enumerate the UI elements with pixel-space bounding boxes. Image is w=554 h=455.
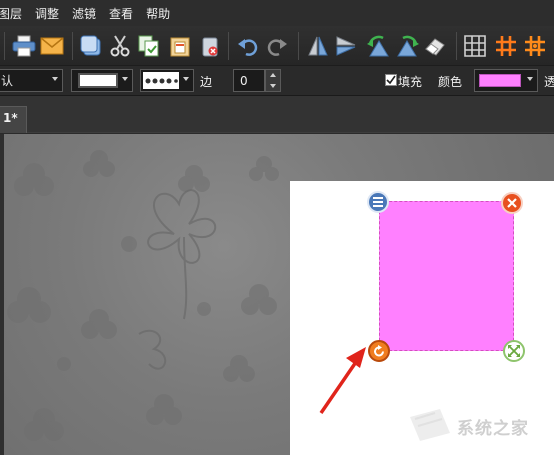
rotate-left-button[interactable]: [366, 33, 392, 59]
selected-rectangle-shape[interactable]: [379, 201, 514, 351]
menu-filter[interactable]: 滤镜: [72, 5, 96, 22]
rotate-right-button[interactable]: [394, 33, 420, 59]
edge-label: 边: [200, 75, 213, 89]
flip-horizontal-icon: [336, 36, 356, 56]
redo-icon: [267, 39, 287, 56]
toolbar-separator: [228, 32, 229, 60]
grid-orange-icon: [496, 36, 516, 56]
rotate-handle-icon: [373, 344, 384, 356]
fill-color-select[interactable]: [474, 69, 538, 92]
toolbar-separator: [456, 32, 457, 60]
fill-color-swatch: [479, 74, 521, 87]
chevron-down-icon: [122, 77, 128, 81]
resize-handle[interactable]: [503, 340, 525, 362]
border-style-select[interactable]: [71, 69, 133, 92]
cut-icon: [110, 35, 130, 57]
toolbar: [0, 26, 554, 66]
chevron-down-icon: [527, 77, 533, 81]
cut-button[interactable]: [107, 33, 133, 59]
border-style-swatch: [78, 73, 118, 88]
close-handle[interactable]: [501, 192, 523, 214]
style-select-value: 认: [1, 74, 14, 88]
document-tab[interactable]: 1*: [0, 106, 27, 133]
menu-help[interactable]: 帮助: [146, 5, 170, 22]
edge-width-value: 0: [240, 73, 248, 88]
line-dash-swatch: [143, 72, 179, 89]
flip-vertical-icon: [308, 36, 328, 56]
menu-handle-icon: [373, 197, 383, 207]
copy-icon: [138, 35, 159, 57]
close-handle-icon: [507, 198, 517, 208]
toolbar-separator: [72, 32, 73, 60]
edge-width-stepper[interactable]: [265, 69, 281, 92]
undo-icon: [238, 39, 258, 56]
delete-icon: [202, 37, 218, 57]
flip-vertical-button[interactable]: [305, 33, 331, 59]
line-dash-select[interactable]: [140, 69, 194, 92]
menu-bar: 图层 调整 滤镜 查看 帮助: [0, 0, 554, 26]
watermark-text: 系统之家: [457, 419, 529, 439]
fill-label: 填充: [398, 75, 423, 89]
delete-button[interactable]: [197, 33, 223, 59]
property-bar: 认 边 0 填充 颜色 透: [0, 66, 554, 96]
edge-width-input[interactable]: 0: [233, 69, 265, 92]
chevron-down-icon: [183, 77, 189, 81]
print-icon: [12, 35, 36, 57]
undo-button[interactable]: [235, 33, 261, 59]
paste-button[interactable]: [167, 33, 193, 59]
grid-orange-alt-icon: [525, 36, 545, 56]
color-label: 颜色: [438, 75, 463, 89]
grid-orange-alt-button[interactable]: [522, 33, 548, 59]
menu-adjust[interactable]: 调整: [35, 5, 59, 22]
grid-button[interactable]: [462, 33, 488, 59]
chevron-down-icon: [52, 77, 58, 81]
rotate-right-icon: [397, 35, 419, 57]
toolbar-separator: [298, 32, 299, 60]
paste-icon: [170, 37, 190, 57]
style-select[interactable]: 认: [0, 69, 63, 92]
grid-orange-button[interactable]: [493, 33, 519, 59]
check-icon: [386, 75, 396, 85]
stepper-down-icon[interactable]: [270, 84, 276, 88]
mail-button[interactable]: [39, 33, 65, 59]
grid-icon: [464, 35, 486, 57]
mail-icon: [40, 37, 64, 55]
eraser-icon: [425, 38, 445, 56]
layer-button[interactable]: [78, 33, 104, 59]
document-tab-strip: 1*: [0, 96, 554, 133]
transparency-label: 透: [544, 75, 554, 89]
redo-button[interactable]: [264, 33, 290, 59]
resize-handle-icon: [508, 345, 520, 357]
eraser-button[interactable]: [422, 33, 448, 59]
stepper-up-icon[interactable]: [270, 73, 276, 77]
dash-pattern-icon: [145, 78, 178, 83]
layer-icon: [80, 35, 101, 56]
rotate-handle[interactable]: [368, 340, 390, 362]
fill-checkbox[interactable]: [385, 74, 397, 86]
print-button[interactable]: [11, 33, 37, 59]
rotate-left-icon: [367, 35, 389, 57]
menu-layer[interactable]: 图层: [0, 5, 22, 22]
toolbar-separator: [4, 32, 5, 60]
menu-view[interactable]: 查看: [109, 5, 133, 22]
copy-button[interactable]: [136, 33, 162, 59]
menu-handle[interactable]: [367, 191, 389, 213]
flip-horizontal-button[interactable]: [333, 33, 359, 59]
